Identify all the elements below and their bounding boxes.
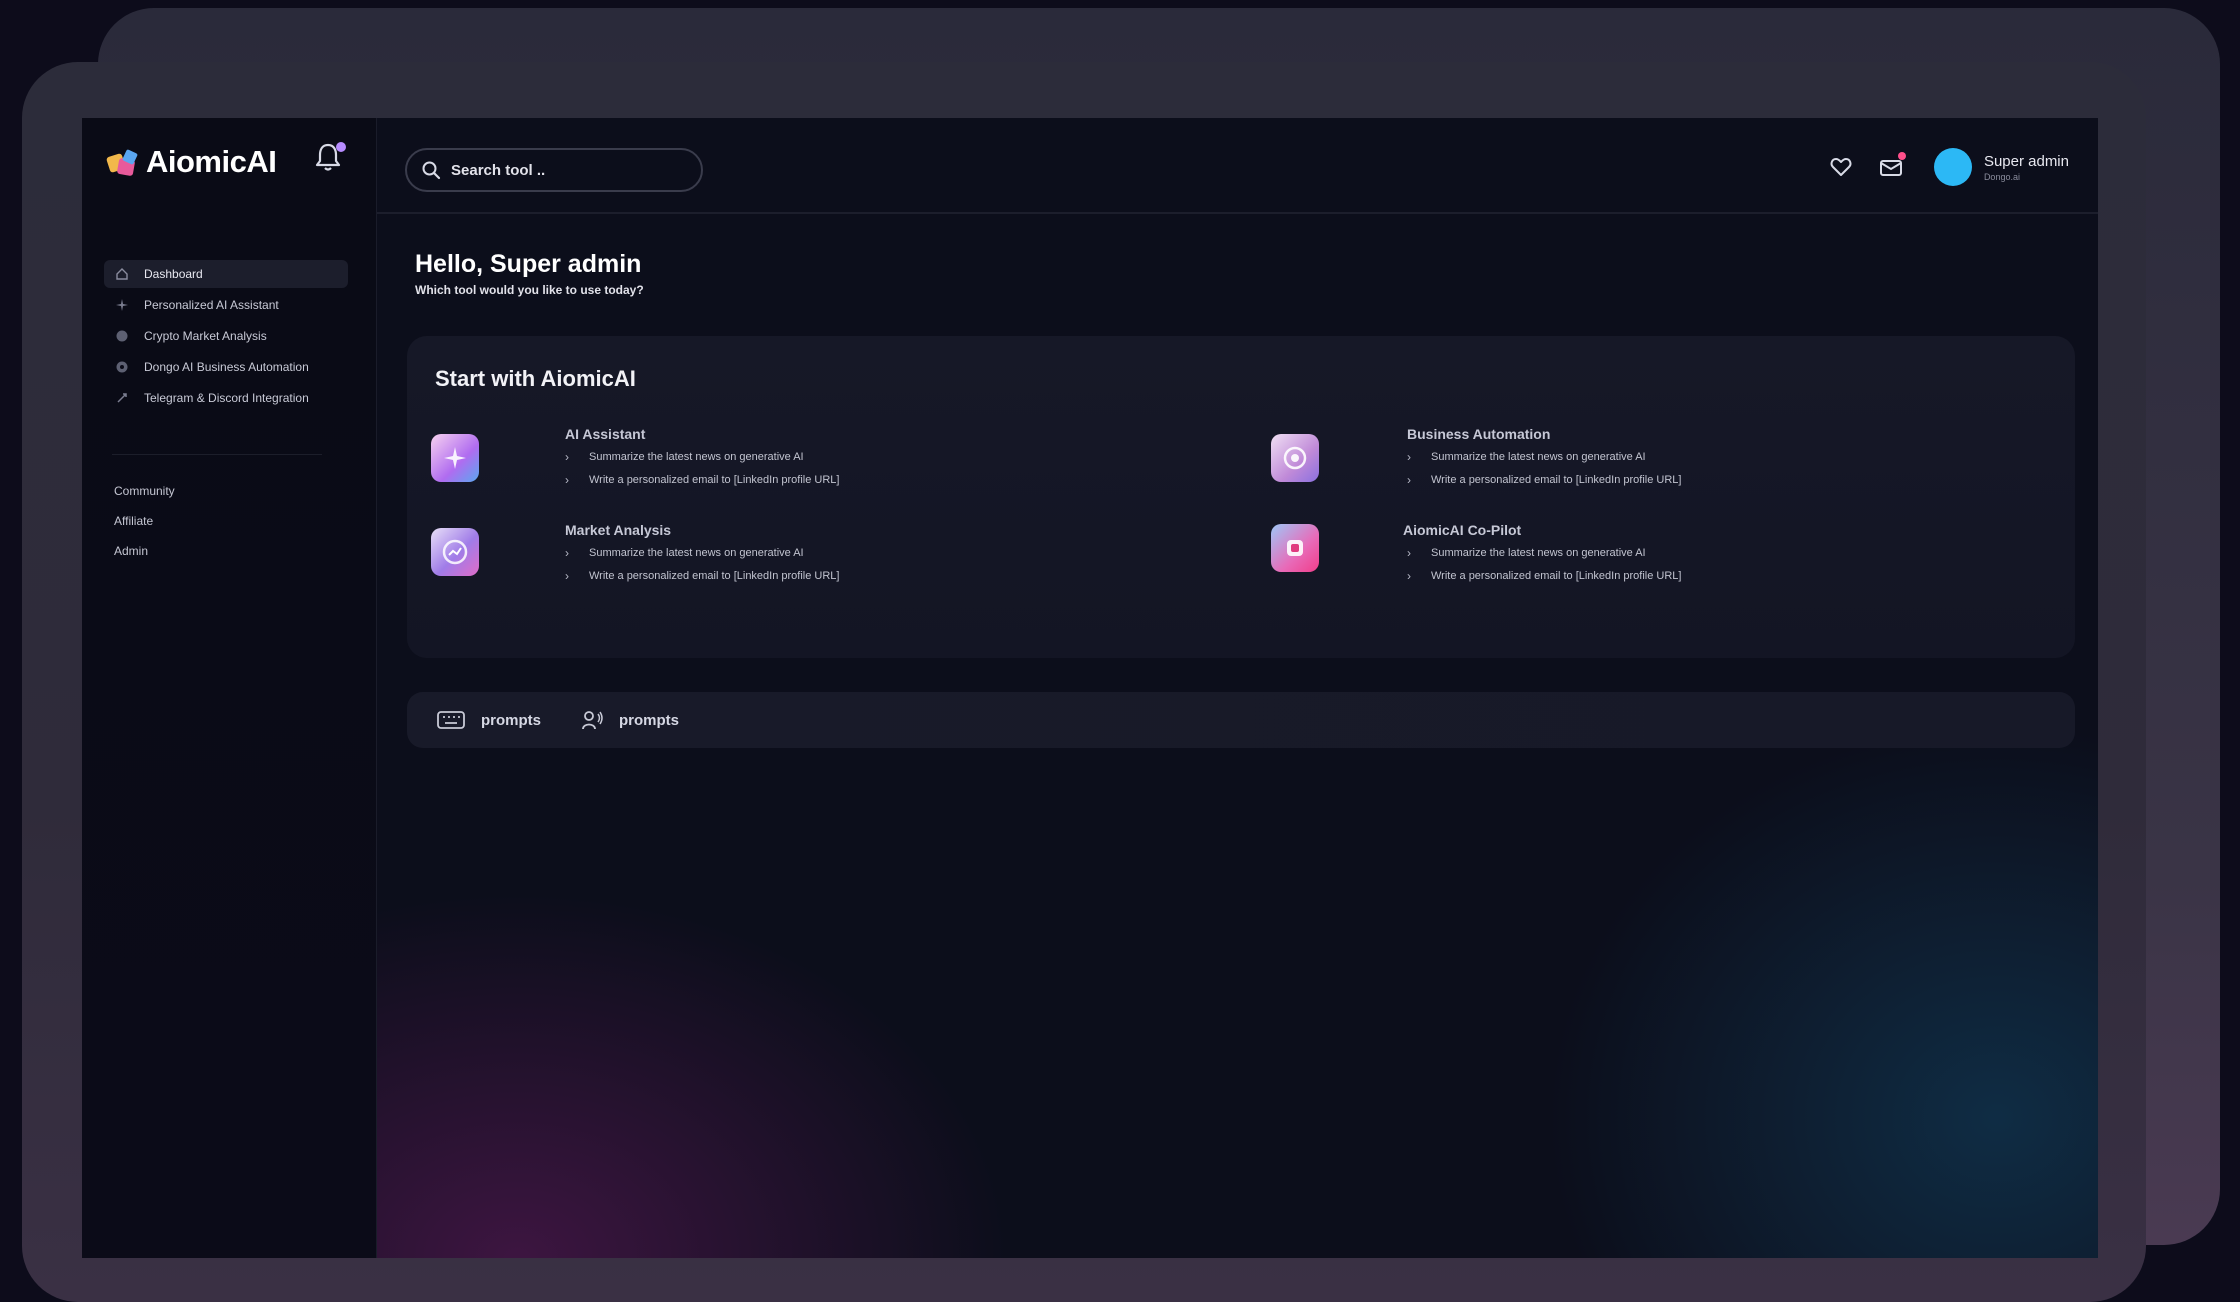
voice-prompts-button[interactable]: prompts xyxy=(581,709,679,731)
mail-icon[interactable] xyxy=(1876,152,1906,182)
sidebar-item-label: Dashboard xyxy=(144,267,203,281)
voice-prompts-label: prompts xyxy=(619,711,679,729)
copilot-icon xyxy=(1271,524,1319,572)
sidebar-item-label: Dongo AI Business Automation xyxy=(144,360,309,374)
notification-bell-icon[interactable] xyxy=(314,142,346,176)
tool-suggestion[interactable]: › Write a personalized email to [LinkedIn… xyxy=(1407,569,1681,583)
chart-icon xyxy=(431,528,479,576)
sidebar-item-label: Crypto Market Analysis xyxy=(144,329,267,343)
start-panel-title: Start with AiomicAI xyxy=(435,366,636,391)
keyboard-prompts-button[interactable]: prompts xyxy=(437,710,541,730)
sidebar-item-personalized-ai-assistant[interactable]: Personalized AI Assistant xyxy=(104,291,348,319)
sidebar-nav: Dashboard Personalized AI Assistant Cryp… xyxy=(104,260,348,415)
sparkle-icon xyxy=(431,434,479,482)
tool-suggestion[interactable]: › Write a personalized email to [LinkedIn… xyxy=(565,473,839,487)
voice-person-icon xyxy=(582,711,603,730)
tool-name: Market Analysis xyxy=(565,522,672,538)
chevron-right-icon: › xyxy=(1407,450,1411,464)
prompts-bar: prompts prompts xyxy=(407,692,2075,748)
sidebar-item-dashboard[interactable]: Dashboard xyxy=(104,260,348,288)
search-icon xyxy=(422,161,441,180)
sidebar-item-crypto-market-analysis[interactable]: Crypto Market Analysis xyxy=(104,322,348,350)
tool-suggestion[interactable]: › Write a personalized email to [LinkedIn… xyxy=(565,569,839,583)
logo-mark-icon xyxy=(104,145,144,179)
sidebar: AiomicAI Dashboard Personalized AI Assis… xyxy=(82,118,376,1258)
sidebar-item-admin[interactable]: Admin xyxy=(114,536,175,566)
sidebar-item-label: Telegram & Discord Integration xyxy=(144,391,309,405)
avatar[interactable] xyxy=(1933,148,1972,186)
sidebar-item-telegram-discord-integration[interactable]: Telegram & Discord Integration xyxy=(104,384,348,412)
sidebar-item-label: Personalized AI Assistant xyxy=(144,298,279,312)
chevron-right-icon: › xyxy=(1407,569,1411,583)
tool-suggestion[interactable]: › Summarize the latest news on generative… xyxy=(1407,450,1646,464)
chevron-right-icon: › xyxy=(1407,473,1411,487)
chevron-right-icon: › xyxy=(565,546,569,560)
sidebar-item-affiliate[interactable]: Affiliate xyxy=(114,506,175,536)
coin-icon xyxy=(114,328,130,344)
chevron-right-icon: › xyxy=(565,569,569,583)
top-bar: Super admin Dongo.ai xyxy=(377,118,2098,214)
link-icon xyxy=(114,390,130,406)
keyboard-icon xyxy=(437,711,465,729)
sparkle-icon xyxy=(114,297,130,313)
notification-dot xyxy=(336,142,346,152)
page-subtitle: Which tool would you like to use today? xyxy=(415,283,644,297)
search-input[interactable] xyxy=(451,161,681,179)
user-info[interactable]: Super admin Dongo.ai xyxy=(1984,153,2069,182)
gear-icon xyxy=(1271,434,1319,482)
chevron-right-icon: › xyxy=(565,450,569,464)
main-content: Super admin Dongo.ai Hello, Super admin … xyxy=(376,118,2098,1258)
chevron-right-icon: › xyxy=(565,473,569,487)
tool-name: Business Automation xyxy=(1407,426,1551,442)
chevron-right-icon: › xyxy=(1407,546,1411,560)
tool-suggestion[interactable]: › Summarize the latest news on generative… xyxy=(565,450,804,464)
start-panel: Start with AiomicAI AI Assistant › Summar… xyxy=(407,336,2075,658)
tool-name: AiomicAI Co-Pilot xyxy=(1403,522,1522,538)
logo[interactable]: AiomicAI xyxy=(104,144,277,180)
tool-suggestion[interactable]: › Write a personalized email to [LinkedIn… xyxy=(1407,473,1681,487)
top-actions: Super admin Dongo.ai xyxy=(1826,144,2098,190)
user-subtitle: Dongo.ai xyxy=(1983,171,2020,182)
gear-icon xyxy=(114,359,130,375)
home-icon xyxy=(114,266,130,282)
sidebar-item-community[interactable]: Community xyxy=(114,476,175,506)
sidebar-item-dongo-ai-business-automation[interactable]: Dongo AI Business Automation xyxy=(104,353,348,381)
tool-suggestion[interactable]: › Summarize the latest news on generative… xyxy=(565,546,804,560)
logo-text: AiomicAI xyxy=(146,144,277,179)
search-box[interactable] xyxy=(405,148,703,192)
page-title: Hello, Super admin xyxy=(415,250,642,278)
favorites-heart-icon[interactable] xyxy=(1826,152,1856,182)
greeting: Hello, Super admin Which tool would you … xyxy=(415,250,644,297)
sidebar-divider xyxy=(112,454,322,455)
sidebar-secondary-nav: Community Affiliate Admin xyxy=(114,476,175,566)
user-name: Super admin xyxy=(1983,152,2069,170)
app-window: AiomicAI Dashboard Personalized AI Assis… xyxy=(82,118,2098,1258)
tool-suggestion[interactable]: › Summarize the latest news on generative… xyxy=(1407,546,1646,560)
mail-unread-dot xyxy=(1897,152,1906,160)
keyboard-prompts-label: prompts xyxy=(481,711,541,729)
tool-name: AI Assistant xyxy=(565,426,646,442)
